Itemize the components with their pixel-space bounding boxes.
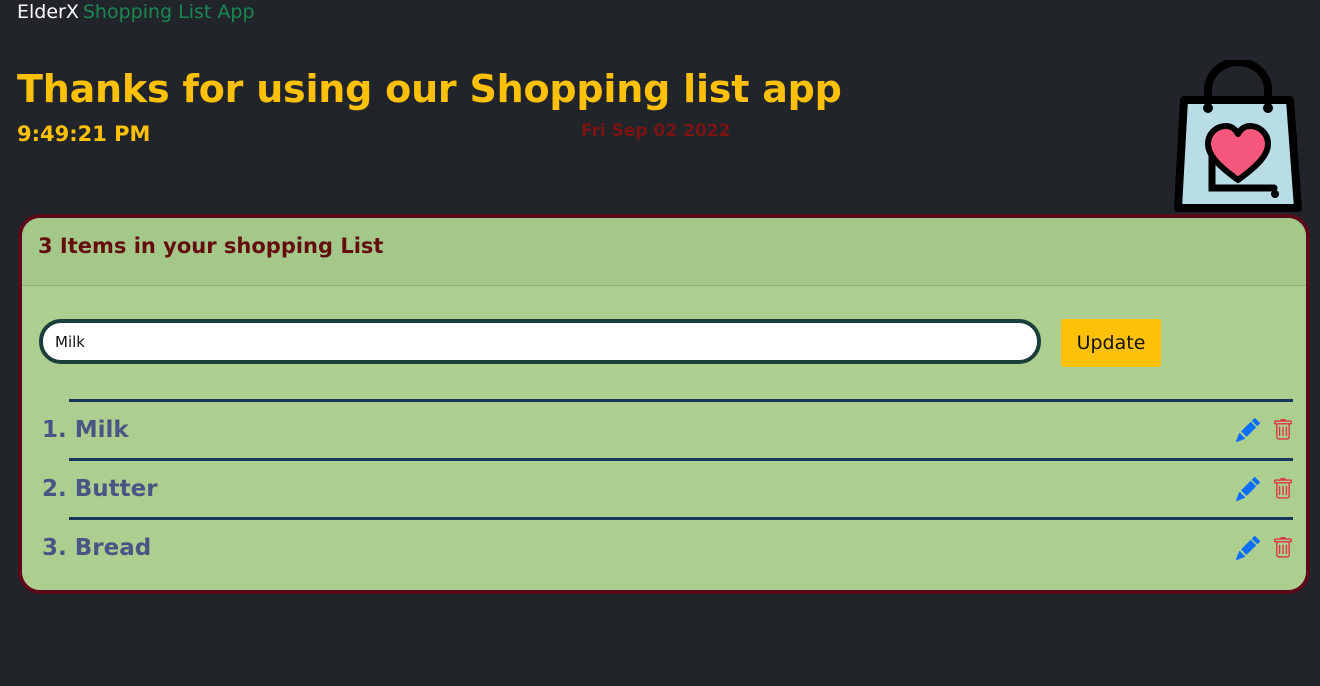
brand-subtitle: Shopping List App [82,1,255,23]
shopping-list-card: 3 Items in your shopping List Update 1. … [18,214,1310,594]
list-item-label: 2. Butter [42,476,158,502]
navbar-brand[interactable]: ElderX Shopping List App [17,0,255,24]
list-divider [69,458,1293,461]
trash-icon[interactable] [1272,536,1294,560]
list-item: 3. Bread [22,517,1306,576]
brand-name: ElderX [17,1,79,23]
shopping-bag-heart-icon [1174,60,1302,212]
list-item-label: 1. Milk [42,417,129,443]
card-header: 3 Items in your shopping List [22,218,1306,286]
list-divider [69,399,1293,402]
trash-icon[interactable] [1272,477,1294,501]
current-date: Fri Sep 02 2022 [581,121,731,141]
list-item-label: 3. Bread [42,535,152,561]
pencil-icon[interactable] [1236,536,1260,560]
list-item: 2. Butter [22,458,1306,517]
list-divider [69,517,1293,520]
update-button[interactable]: Update [1061,319,1161,367]
shopping-list: 1. Milk 2. Butter 3. Bread [22,399,1306,576]
trash-icon[interactable] [1272,418,1294,442]
current-time: 9:49:21 PM [17,122,151,146]
list-item: 1. Milk [22,399,1306,458]
item-count-heading: 3 Items in your shopping List [38,234,384,258]
pencil-icon[interactable] [1236,418,1260,442]
item-input[interactable] [39,319,1041,364]
page-title: Thanks for using our Shopping list app [17,67,842,111]
pencil-icon[interactable] [1236,477,1260,501]
